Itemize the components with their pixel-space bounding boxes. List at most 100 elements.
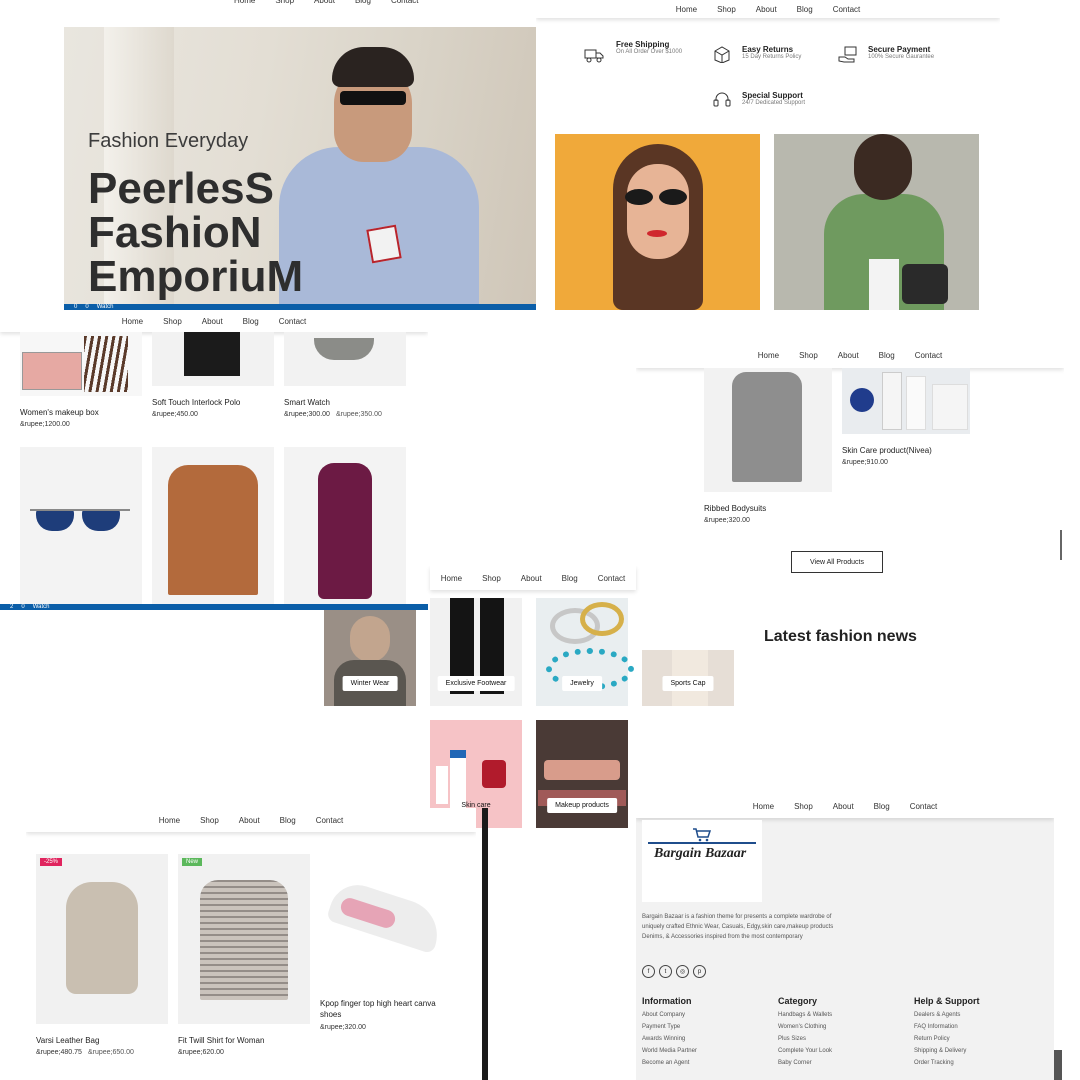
product-name[interactable]: Varsi Leather Bag bbox=[36, 1036, 168, 1045]
nav-shop[interactable]: Shop bbox=[163, 317, 182, 326]
product-name[interactable]: Smart Watch bbox=[284, 398, 406, 407]
nav-blog[interactable]: Blog bbox=[879, 351, 895, 360]
category-label[interactable]: Winter Wear bbox=[342, 676, 398, 691]
nav-about[interactable]: About bbox=[314, 0, 335, 5]
nav-blog[interactable]: Blog bbox=[797, 5, 813, 14]
product-name[interactable]: Women's makeup box bbox=[20, 408, 142, 417]
nav-shop[interactable]: Shop bbox=[799, 351, 818, 360]
footer-link[interactable]: Handbags & Wallets bbox=[778, 1012, 898, 1018]
footer-link[interactable]: Payment Type bbox=[642, 1024, 762, 1030]
nav-contact[interactable]: Contact bbox=[316, 816, 344, 825]
nav-home[interactable]: Home bbox=[441, 574, 462, 583]
nav-home[interactable]: Home bbox=[758, 351, 779, 360]
product-image-sunglasses[interactable] bbox=[20, 447, 142, 604]
scrollbar[interactable] bbox=[1060, 530, 1062, 560]
category-makeup-products[interactable]: Makeup products bbox=[536, 720, 628, 828]
view-all-products-button[interactable]: View All Products bbox=[791, 551, 883, 573]
scrollbar[interactable] bbox=[1054, 794, 1064, 1080]
product-card[interactable]: Ribbed Bodysuits &rupee;320.00 bbox=[704, 368, 832, 524]
nav-about[interactable]: About bbox=[833, 802, 854, 811]
nav-shop[interactable]: Shop bbox=[200, 816, 219, 825]
footer-link[interactable]: Plus Sizes bbox=[778, 1036, 898, 1042]
footer-link[interactable]: Order Tracking bbox=[914, 1060, 1034, 1066]
nav-home[interactable]: Home bbox=[122, 317, 143, 326]
promo-image-green-blazer[interactable] bbox=[774, 134, 979, 310]
status-count-1: 2 bbox=[10, 604, 14, 610]
product-card[interactable]: Soft Touch Interlock Polo &rupee;450.00 bbox=[152, 332, 274, 418]
nav-contact[interactable]: Contact bbox=[279, 317, 307, 326]
nav-shop[interactable]: Shop bbox=[482, 574, 501, 583]
nav-home[interactable]: Home bbox=[159, 816, 180, 825]
top-nav-bottom: Home Shop About Blog Contact bbox=[26, 808, 476, 832]
footer-link[interactable]: Shipping & Delivery bbox=[914, 1048, 1034, 1054]
footer-link[interactable]: Women's Clothing bbox=[778, 1024, 898, 1030]
footer-link[interactable]: FAQ Information bbox=[914, 1024, 1034, 1030]
footer-link[interactable]: World Media Partner bbox=[642, 1048, 762, 1054]
nav-blog[interactable]: Blog bbox=[874, 802, 890, 811]
nav-contact[interactable]: Contact bbox=[391, 0, 419, 5]
footer-link[interactable]: About Company bbox=[642, 1012, 762, 1018]
nav-shop[interactable]: Shop bbox=[794, 802, 813, 811]
hero-title-line-3: EmporiuM bbox=[88, 252, 304, 301]
nav-about[interactable]: About bbox=[521, 574, 542, 583]
category-label[interactable]: Jewelry bbox=[562, 676, 602, 691]
twitter-icon[interactable]: t bbox=[659, 965, 672, 978]
nav-about[interactable]: About bbox=[202, 317, 223, 326]
product-card[interactable]: -25% Varsi Leather Bag &rupee;480.75 &rup… bbox=[36, 854, 168, 1056]
nav-contact[interactable]: Contact bbox=[910, 802, 938, 811]
feature-sub: 24/7 Dedicated Support bbox=[742, 100, 806, 106]
footer-col-information: Information About Company Payment Type A… bbox=[642, 996, 762, 1066]
top-nav-features: Home Shop About Blog Contact bbox=[536, 0, 1000, 18]
product-image-brown-shirt[interactable] bbox=[152, 447, 274, 604]
nav-about[interactable]: About bbox=[239, 816, 260, 825]
product-name[interactable]: Fit Twill Shirt for Woman bbox=[178, 1036, 310, 1045]
footer-link[interactable]: Complete Your Look bbox=[778, 1048, 898, 1054]
footer-link[interactable]: Dealers & Agents bbox=[914, 1012, 1034, 1018]
price-old: &rupee;650.00 bbox=[87, 1049, 134, 1056]
nav-about[interactable]: About bbox=[756, 5, 777, 14]
nav-home[interactable]: Home bbox=[234, 0, 255, 5]
nav-contact[interactable]: Contact bbox=[915, 351, 943, 360]
product-card[interactable]: Kpop finger top high heart canva shoes &… bbox=[320, 854, 452, 1031]
instagram-icon[interactable]: ◎ bbox=[676, 965, 689, 978]
nav-contact[interactable]: Contact bbox=[598, 574, 626, 583]
product-card[interactable]: Smart Watch &rupee;300.00 &rupee;350.00 bbox=[284, 332, 406, 418]
promo-image-sunglasses-woman[interactable] bbox=[555, 134, 760, 310]
category-label[interactable]: Sports Cap bbox=[662, 676, 714, 691]
category-exclusive-footwear[interactable]: Exclusive Footwear bbox=[430, 598, 522, 706]
pinterest-icon[interactable]: p bbox=[693, 965, 706, 978]
product-name[interactable]: Kpop finger top high heart canva shoes bbox=[320, 998, 448, 1020]
product-name[interactable]: Ribbed Bodysuits bbox=[704, 504, 832, 513]
price-old: &rupee;350.00 bbox=[335, 411, 382, 418]
nav-contact[interactable]: Contact bbox=[833, 5, 861, 14]
product-name[interactable]: Skin Care product(Nivea) bbox=[842, 446, 970, 455]
footer-link[interactable]: Return Policy bbox=[914, 1036, 1034, 1042]
category-jewelry[interactable]: Jewelry bbox=[536, 598, 634, 706]
nav-about[interactable]: About bbox=[838, 351, 859, 360]
product-image-plaid-shirt: New bbox=[178, 854, 310, 1024]
footer-link[interactable]: Baby Corner bbox=[778, 1060, 898, 1066]
nav-home[interactable]: Home bbox=[753, 802, 774, 811]
product-card[interactable]: Skin Care product(Nivea) &rupee;910.00 bbox=[842, 368, 970, 466]
nav-home[interactable]: Home bbox=[676, 5, 697, 14]
facebook-icon[interactable]: f bbox=[642, 965, 655, 978]
product-name[interactable]: Soft Touch Interlock Polo bbox=[152, 398, 274, 407]
category-label[interactable]: Makeup products bbox=[547, 798, 617, 813]
panel-divider bbox=[482, 808, 488, 1080]
nav-blog[interactable]: Blog bbox=[243, 317, 259, 326]
nav-blog[interactable]: Blog bbox=[280, 816, 296, 825]
category-label[interactable]: Exclusive Footwear bbox=[437, 676, 515, 691]
category-winter-wear[interactable]: Winter Wear bbox=[324, 610, 416, 706]
feature-sub: On All Order Over $1000 bbox=[616, 49, 683, 55]
brand-logo[interactable]: Bargain Bazaar bbox=[642, 820, 762, 902]
price-current: &rupee;480.75 bbox=[36, 1049, 82, 1056]
nav-blog[interactable]: Blog bbox=[562, 574, 578, 583]
category-sports-cap[interactable]: Sports Cap bbox=[642, 650, 734, 706]
footer-link[interactable]: Awards Winning bbox=[642, 1036, 762, 1042]
footer-link[interactable]: Become an Agent bbox=[642, 1060, 762, 1066]
product-card[interactable]: New Fit Twill Shirt for Woman &rupee;620… bbox=[178, 854, 310, 1056]
product-card[interactable]: Women's makeup box &rupee;1200.00 bbox=[20, 332, 142, 428]
nav-blog[interactable]: Blog bbox=[355, 0, 371, 5]
nav-shop[interactable]: Shop bbox=[275, 0, 294, 5]
nav-shop[interactable]: Shop bbox=[717, 5, 736, 14]
